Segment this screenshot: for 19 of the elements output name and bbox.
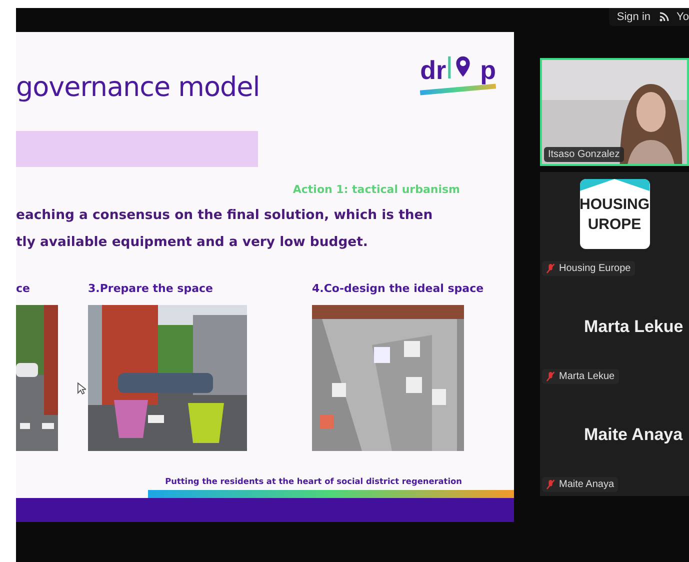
participant-name: Maite Anaya	[584, 425, 684, 445]
logo-drawing: dr p	[420, 52, 496, 94]
sign-in-link[interactable]: Sign in	[616, 11, 651, 23]
participant-name: Marta Lekue	[584, 317, 684, 337]
participant-label: Maite Anaya	[559, 479, 614, 490]
step-heading: 3.Prepare the space	[88, 282, 214, 295]
action-label: Action 1: tactical urbanism	[292, 183, 460, 196]
participant-label: Itsaso Gonzalez	[548, 149, 620, 160]
toolbar-label[interactable]: Yo	[676, 11, 689, 23]
slide-paragraph: eaching a consensus on the final solution, which is then tly available equipment and a very low budget.	[16, 207, 434, 252]
cursor-icon	[77, 382, 86, 395]
participant-label: Marta Lekue	[559, 371, 615, 382]
slide-title: governance model	[16, 72, 260, 103]
logo-drawing: HOUSING UROPE	[580, 179, 650, 249]
rss-icon[interactable]	[658, 12, 669, 22]
step-heading: 4.Co-design the ideal space	[312, 282, 485, 295]
step-heading: ce	[16, 282, 31, 295]
slide-footer: Putting the residents at the heart of social district regeneration	[165, 476, 462, 486]
participant-label: Housing Europe	[559, 263, 631, 274]
